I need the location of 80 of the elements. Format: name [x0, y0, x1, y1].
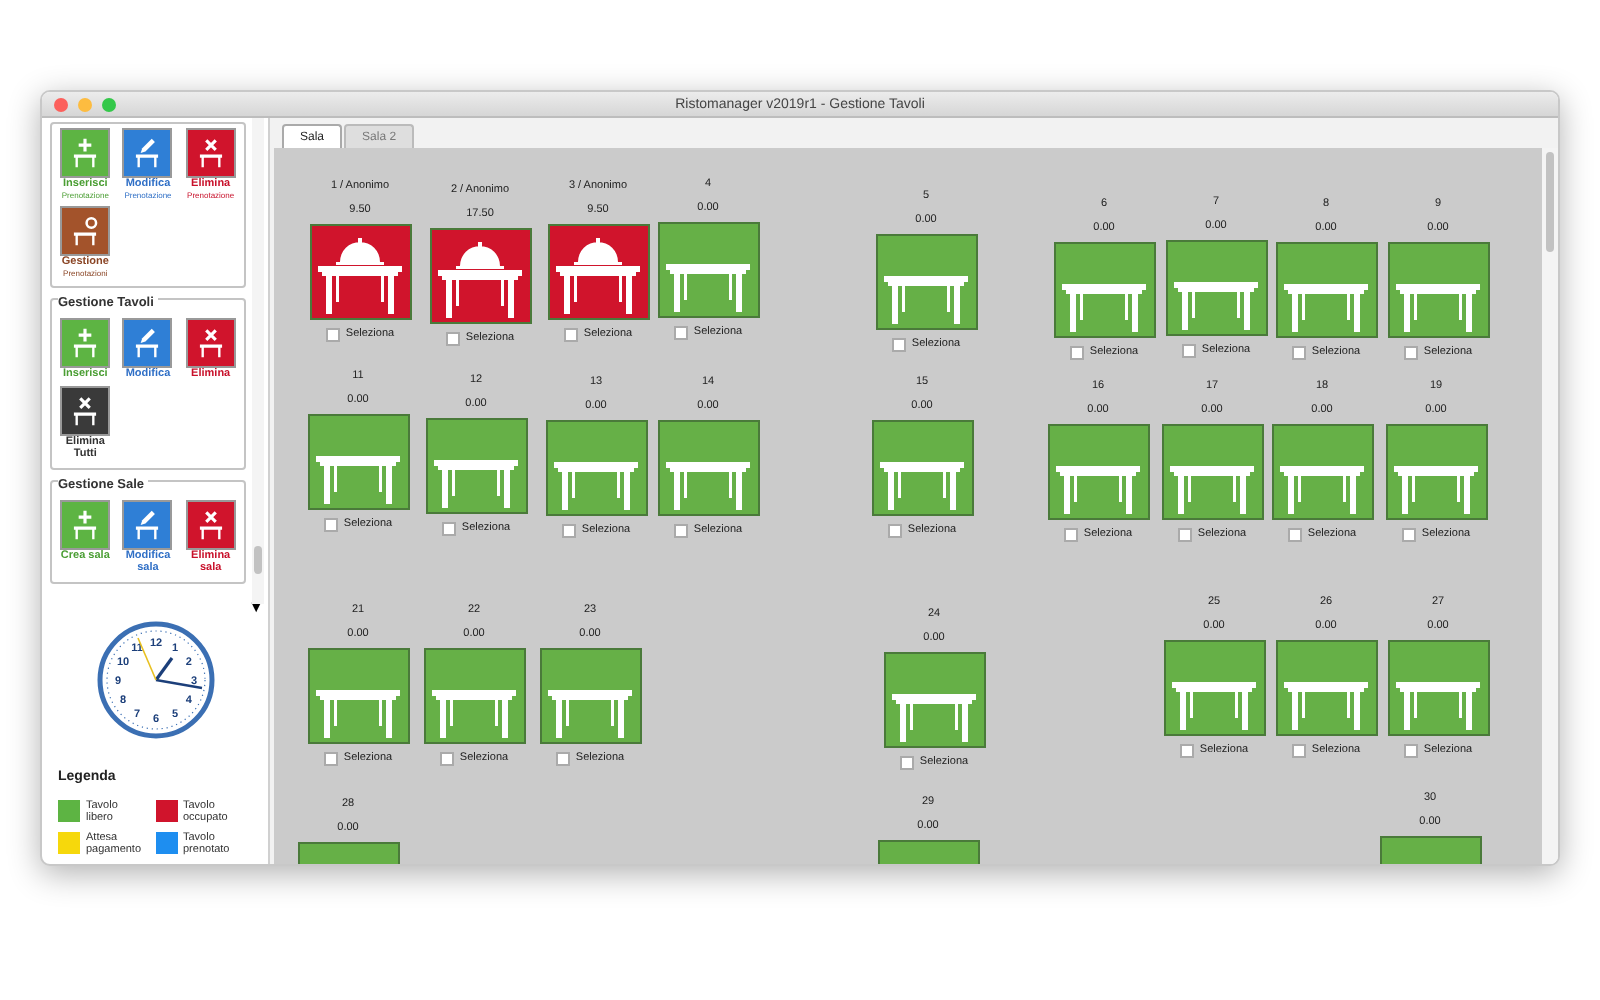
checkbox[interactable]: [1063, 528, 1078, 542]
scrollbar[interactable]: [252, 118, 264, 604]
table-icon: [1284, 682, 1368, 730]
close-button[interactable]: [54, 97, 68, 111]
checkbox[interactable]: [1291, 744, 1306, 758]
table-tile[interactable]: [307, 648, 409, 744]
checkbox[interactable]: [323, 518, 338, 532]
table-tile[interactable]: [875, 234, 977, 330]
checkbox[interactable]: [1181, 344, 1196, 358]
table-icon: [1284, 284, 1368, 332]
minimize-button[interactable]: [78, 97, 92, 111]
table-icon: [1394, 466, 1478, 514]
table-tile[interactable]: [1387, 640, 1489, 736]
checkbox[interactable]: [563, 328, 578, 342]
table-icon: [1174, 282, 1258, 330]
table-icon: [1056, 466, 1140, 514]
table-tile[interactable]: [657, 420, 759, 516]
table-tile[interactable]: [429, 228, 531, 324]
checkbox[interactable]: [325, 328, 340, 342]
checkbox[interactable]: [899, 756, 914, 770]
table-tile[interactable]: [545, 420, 647, 516]
table-icon: [434, 460, 518, 508]
table-tile[interactable]: [1161, 424, 1263, 520]
table-tile[interactable]: [539, 648, 641, 744]
checkbox[interactable]: [1401, 528, 1416, 542]
checkbox[interactable]: [887, 524, 902, 538]
table-tile[interactable]: [883, 652, 985, 748]
table-icon: [666, 264, 750, 312]
table-icon: [316, 690, 400, 738]
checkbox[interactable]: [555, 752, 570, 766]
checkbox[interactable]: [1403, 744, 1418, 758]
table-icon: [1396, 682, 1480, 730]
checkbox[interactable]: [1291, 346, 1306, 360]
table-tile[interactable]: [1053, 242, 1155, 338]
checkbox[interactable]: [439, 752, 454, 766]
table-tile[interactable]: [1047, 424, 1149, 520]
table-cloche-icon: [318, 238, 402, 314]
table-icon: [1062, 284, 1146, 332]
table-icon: [1170, 466, 1254, 514]
checkbox[interactable]: [1069, 346, 1084, 360]
checkbox[interactable]: [1403, 346, 1418, 360]
table-tile[interactable]: [1165, 240, 1267, 336]
table-icon: [1280, 466, 1364, 514]
table-tile[interactable]: [309, 224, 411, 320]
table-icon: [1396, 284, 1480, 332]
table-tile[interactable]: [425, 418, 527, 514]
checkbox[interactable]: [561, 524, 576, 538]
table-tile[interactable]: [1163, 640, 1265, 736]
table-tile[interactable]: [307, 414, 409, 510]
table-icon: [1172, 682, 1256, 730]
table-icon: [548, 690, 632, 738]
table-icon: [432, 690, 516, 738]
checkbox[interactable]: [441, 522, 456, 536]
table-cloche-icon: [556, 238, 640, 314]
table-icon: [666, 462, 750, 510]
table-tile[interactable]: [871, 420, 973, 516]
table-icon: [554, 462, 638, 510]
table-tile[interactable]: [1271, 424, 1373, 520]
table-icon: [880, 462, 964, 510]
table-icon: [316, 456, 400, 504]
zoom-button[interactable]: [102, 97, 116, 111]
table-tile[interactable]: [1275, 242, 1377, 338]
table-tile[interactable]: [423, 648, 525, 744]
scrollbar[interactable]: [1542, 148, 1558, 864]
table-tile[interactable]: [547, 224, 649, 320]
checkbox[interactable]: [1177, 528, 1192, 542]
table-icon: [884, 276, 968, 324]
table-cloche-icon: [438, 242, 522, 318]
table-icon: [892, 694, 976, 742]
table-tile[interactable]: [657, 222, 759, 318]
checkbox[interactable]: [1287, 528, 1302, 542]
checkbox[interactable]: [445, 332, 460, 346]
checkbox[interactable]: [891, 338, 906, 352]
checkbox[interactable]: [673, 326, 688, 340]
table-tile[interactable]: [1275, 640, 1377, 736]
checkbox[interactable]: [1179, 744, 1194, 758]
checkbox[interactable]: [323, 752, 338, 766]
table-tile[interactable]: [1387, 242, 1489, 338]
table-tile[interactable]: [1385, 424, 1487, 520]
checkbox[interactable]: [673, 524, 688, 538]
